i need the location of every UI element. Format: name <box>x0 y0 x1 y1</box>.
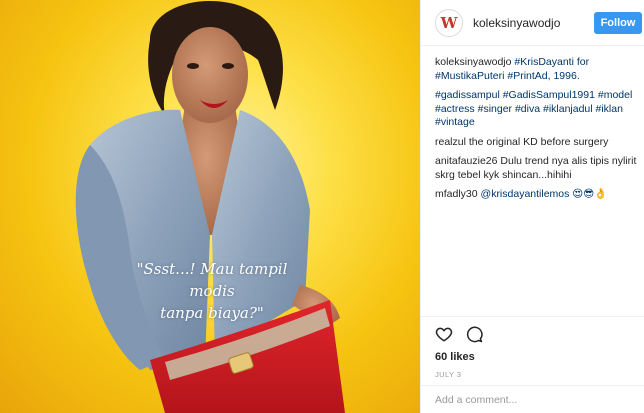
caption-text-1[interactable]: #KrisDayanti for <box>514 56 589 68</box>
post-side-panel: W koleksinyawodjo Follow koleksinyawodjo… <box>420 0 644 413</box>
photo-quote: "Ssst...! Mau tampil modis tanpa biaya?" <box>112 258 312 324</box>
username-link[interactable]: koleksinyawodjo <box>473 16 560 30</box>
comment-username[interactable]: anitafauzie26 <box>435 155 497 167</box>
comment-bubble-icon[interactable] <box>465 325 483 348</box>
caption-text-2[interactable]: #MustikaPuteri #PrintAd, 1996. <box>435 70 580 82</box>
hashtags-line-2[interactable]: #actress #singer #diva #iklanjadul #ikla… <box>435 103 623 115</box>
instagram-post: "Ssst...! Mau tampil modis tanpa biaya?"… <box>0 0 644 413</box>
hashtags-line-3[interactable]: #vintage <box>435 116 475 128</box>
follow-button[interactable]: Follow <box>594 12 642 34</box>
comment-text: realzul the original KD before surgery <box>435 135 609 148</box>
caption: koleksinyawodjo #KrisDayanti for #Mustik… <box>435 56 641 83</box>
avatar-letter: W <box>440 14 458 32</box>
photo-illustration <box>75 1 345 413</box>
add-comment-bar <box>421 385 644 413</box>
caption-hashtags: #gadissampul #GadisSampul1991 #model #ac… <box>435 89 641 130</box>
post-header: W koleksinyawodjo Follow <box>421 0 644 46</box>
comment-item: realzul the original KD before surgery <box>435 136 641 150</box>
hashtags-line-1[interactable]: #gadissampul #GadisSampul1991 #model <box>435 89 632 101</box>
quote-line-1: "Ssst...! Mau tampil modis <box>136 260 288 300</box>
avatar[interactable]: W <box>435 9 463 37</box>
comment-item: mfadly30 @krisdayantilemos 😍😎👌 <box>435 188 641 202</box>
comment-text: @krisdayantilemos 😍😎👌 <box>480 188 608 200</box>
action-icons <box>435 325 483 348</box>
post-photo[interactable]: "Ssst...! Mau tampil modis tanpa biaya?" <box>0 0 420 413</box>
comment-username[interactable]: mfadly30 <box>435 188 478 200</box>
caption-username[interactable]: koleksinyawodjo <box>435 56 511 68</box>
post-date: JULY 3 <box>435 370 462 379</box>
heart-icon[interactable] <box>435 325 453 348</box>
comment-input[interactable] <box>435 392 631 408</box>
post-actions: 60 likes JULY 3 <box>421 316 644 412</box>
comments-list: koleksinyawodjo #KrisDayanti for #Mustik… <box>435 56 641 208</box>
likes-count[interactable]: 60 likes <box>435 351 475 363</box>
quote-line-2: tanpa biaya?" <box>160 304 264 322</box>
comment-item: anitafauzie26 Dulu trend nya alis tipis … <box>435 155 641 182</box>
